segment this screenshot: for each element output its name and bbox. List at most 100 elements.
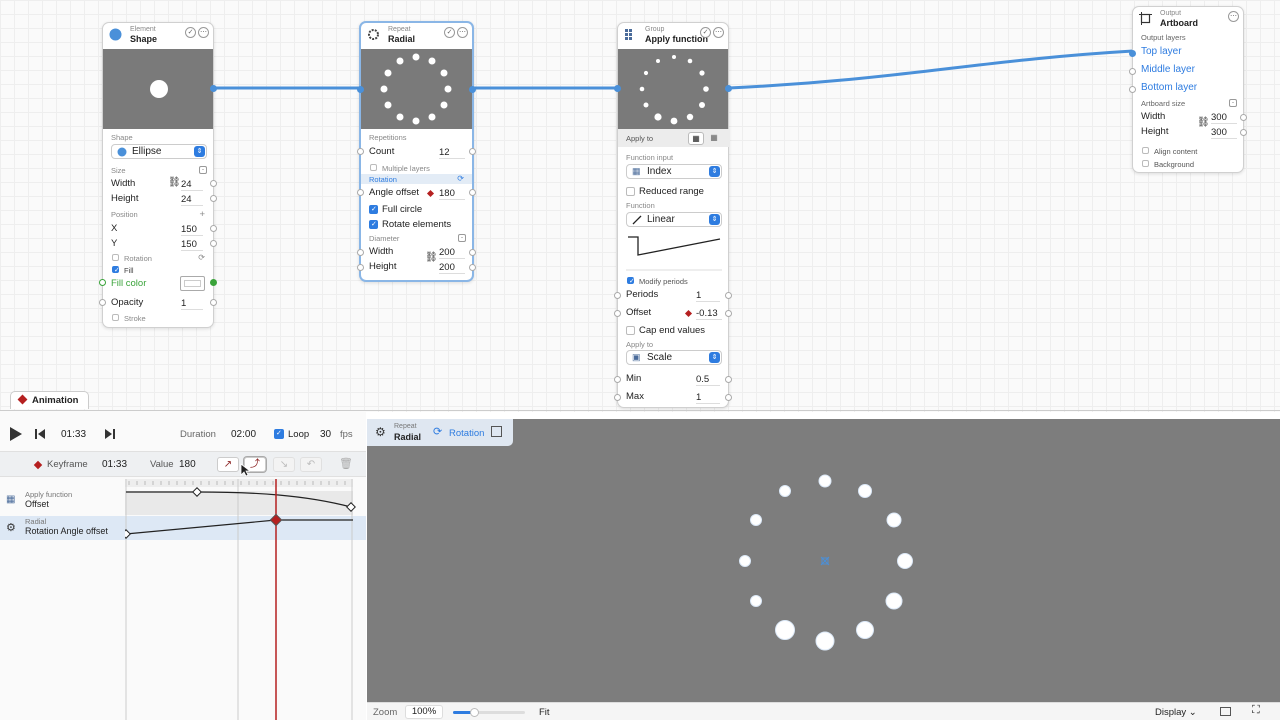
collapse-icon[interactable]: -	[199, 166, 207, 174]
max-field[interactable]: 1	[696, 392, 720, 404]
min-port[interactable]	[725, 376, 732, 383]
more-icon[interactable]: ⋯	[457, 27, 468, 38]
loop-checkbox[interactable]	[274, 429, 284, 439]
height-port[interactable]	[1240, 129, 1247, 136]
refresh-icon[interactable]: ⟳	[457, 174, 464, 183]
add-icon[interactable]: +	[199, 209, 205, 220]
width-port[interactable]	[469, 249, 476, 256]
value-field[interactable]: 180	[179, 459, 196, 470]
y-port[interactable]	[210, 240, 217, 247]
fill-color-out-port[interactable]	[210, 279, 217, 286]
full-circle-checkbox[interactable]	[369, 205, 378, 214]
rotate-elements-checkbox[interactable]	[369, 220, 378, 229]
artboard-node[interactable]: Output Artboard ⋯ Output layers Top laye…	[1129, 6, 1247, 173]
preview-viewport[interactable]: ⚙ Repeat Radial ⟳ Rotation	[367, 419, 1280, 702]
track-radial-angle[interactable]: ⚙ Radial Rotation Angle offset	[0, 517, 125, 536]
width-field[interactable]: 24	[181, 179, 203, 191]
undo-curve-icon[interactable]: ↶	[300, 457, 322, 472]
height-field[interactable]: 300	[1211, 127, 1237, 139]
check-icon[interactable]: ✓	[185, 27, 196, 38]
width-port[interactable]	[1240, 114, 1247, 121]
modify-periods-checkbox[interactable]	[627, 277, 635, 285]
angle-offset-port[interactable]	[469, 189, 476, 196]
skip-forward-icon[interactable]	[105, 429, 115, 439]
offset-field[interactable]: -0.13	[696, 308, 722, 320]
middle-layer-port[interactable]	[1129, 68, 1136, 75]
background-checkbox[interactable]	[1142, 160, 1149, 167]
more-icon[interactable]: ⋯	[713, 27, 724, 38]
bottom-layer-port[interactable]	[1129, 86, 1136, 93]
check-icon[interactable]: ✓	[700, 27, 711, 38]
trash-icon[interactable]: 🗑	[339, 457, 353, 470]
periods-field[interactable]: 1	[696, 290, 720, 302]
width-field[interactable]: 200	[439, 247, 465, 259]
keyframe-icon[interactable]	[684, 309, 693, 318]
angle-offset-in-port[interactable]	[357, 189, 364, 196]
max-port[interactable]	[725, 394, 732, 401]
curve-graph[interactable]	[125, 479, 360, 720]
keyframe-time-field[interactable]: 01:33	[102, 459, 127, 470]
skip-back-icon[interactable]	[35, 429, 45, 439]
width-in-port[interactable]	[357, 249, 364, 256]
animation-tab[interactable]: Animation	[10, 391, 89, 409]
count-in-port[interactable]	[357, 148, 364, 155]
play-icon[interactable]	[9, 427, 22, 441]
link-icon[interactable]: ⛓	[1197, 117, 1210, 128]
count-port[interactable]	[469, 148, 476, 155]
width-port[interactable]	[210, 180, 217, 187]
opacity-port[interactable]	[210, 299, 217, 306]
multiple-layers-checkbox[interactable]	[370, 164, 377, 171]
offset-port[interactable]	[725, 310, 732, 317]
current-time-field[interactable]: 01:33	[61, 429, 86, 440]
node-header[interactable]: Repeat Radial ✓ ⋯	[361, 23, 472, 47]
more-icon[interactable]: ⋯	[1228, 11, 1239, 22]
check-icon[interactable]: ✓	[444, 27, 455, 38]
function-select[interactable]: Linear ⇕	[626, 212, 722, 227]
node-header[interactable]: Group Apply function ✓ ⋯	[618, 23, 728, 47]
input-port[interactable]	[357, 86, 364, 93]
shape-select[interactable]: Ellipse ⇕	[111, 144, 207, 159]
rotation-checkbox[interactable]	[112, 254, 119, 261]
function-input-select[interactable]: ▦ Index ⇕	[626, 164, 722, 179]
shape-node[interactable]: Element Shape ✓ ⋯ Shape Ellipse ⇕ Size - …	[99, 22, 217, 328]
collapse-icon[interactable]: -	[458, 234, 466, 242]
zoom-slider[interactable]	[453, 708, 525, 717]
x-port[interactable]	[210, 225, 217, 232]
top-layer-port[interactable]	[1129, 50, 1136, 57]
track-apply-offset[interactable]: ▦ Apply function Offset	[0, 490, 125, 509]
offset-in-port[interactable]	[614, 310, 621, 317]
output-port[interactable]	[469, 86, 476, 93]
fill-color-in-port[interactable]	[99, 279, 106, 286]
count-field[interactable]: 12	[439, 147, 465, 159]
more-icon[interactable]: ⋯	[198, 27, 209, 38]
display-menu[interactable]: Display ⌄	[1155, 707, 1197, 718]
periods-port[interactable]	[725, 292, 732, 299]
refresh-icon[interactable]: ⟳	[198, 253, 205, 262]
opacity-field[interactable]: 1	[181, 298, 203, 310]
align-content-checkbox[interactable]	[1142, 147, 1149, 154]
fps-field[interactable]: 30	[320, 429, 331, 440]
height-field[interactable]: 24	[181, 194, 203, 206]
fill-checkbox[interactable]	[112, 266, 120, 274]
reduced-range-checkbox[interactable]	[626, 187, 635, 196]
keyframe-icon[interactable]	[426, 189, 435, 198]
apply-function-node[interactable]: Group Apply function ✓ ⋯ Apply to ▦ ▦ Fun…	[614, 22, 732, 408]
opacity-in-port[interactable]	[99, 299, 106, 306]
grid-mixed-icon[interactable]: ▦	[706, 132, 722, 145]
height-in-port[interactable]	[357, 264, 364, 271]
stroke-checkbox[interactable]	[112, 314, 119, 321]
duration-field[interactable]: 02:00	[231, 429, 256, 440]
node-header[interactable]: Output Artboard ⋯	[1133, 7, 1243, 31]
max-in-port[interactable]	[614, 394, 621, 401]
node-header[interactable]: Element Shape ✓ ⋯	[103, 23, 213, 47]
height-field[interactable]: 200	[439, 262, 465, 274]
window-icon[interactable]	[1220, 707, 1231, 716]
grid-icon[interactable]: ▦	[688, 132, 704, 145]
apply-to-select[interactable]: ▣ Scale ⇕	[626, 350, 722, 365]
min-field[interactable]: 0.5	[696, 374, 720, 386]
ease-linear-icon[interactable]: ↘	[273, 457, 295, 472]
height-port[interactable]	[210, 195, 217, 202]
input-port[interactable]	[614, 85, 621, 92]
height-port[interactable]	[469, 264, 476, 271]
collapse-icon[interactable]: -	[1229, 99, 1237, 107]
